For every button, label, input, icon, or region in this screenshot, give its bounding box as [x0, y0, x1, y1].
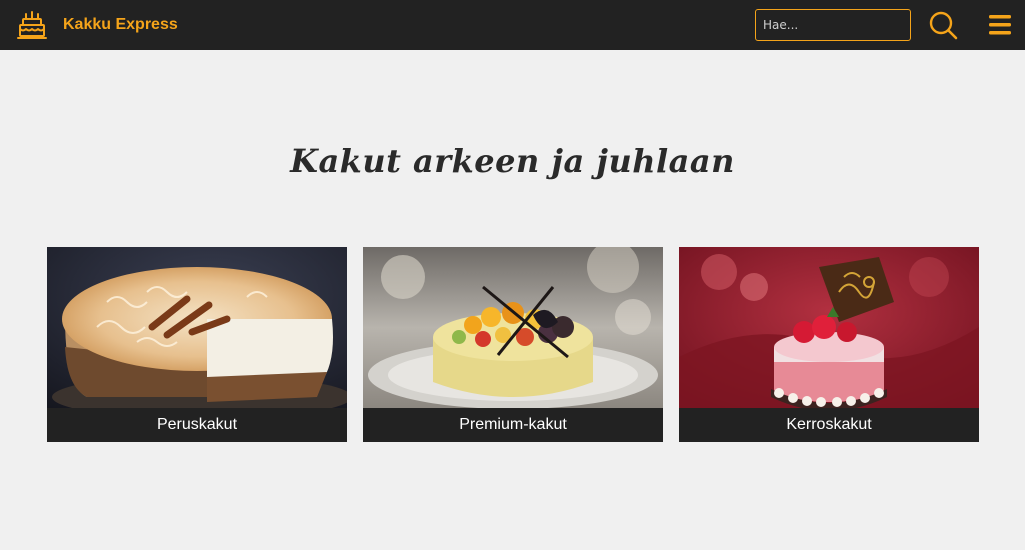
- brand-link[interactable]: Kakku Express: [17, 10, 178, 40]
- page-title: Kakut arkeen ja juhlaan: [290, 142, 735, 180]
- strawberry-mousse-cake-photo: [679, 247, 979, 408]
- category-card-peruskakut[interactable]: Peruskakut: [47, 247, 347, 442]
- brand-name: Kakku Express: [63, 16, 178, 33]
- category-card-premium-kakut[interactable]: Premium-kakut: [363, 247, 663, 442]
- search-input[interactable]: [755, 9, 911, 41]
- category-card-label: Kerroskakut: [679, 408, 979, 442]
- cinnamon-cream-cake-photo: [47, 247, 347, 408]
- category-card-label: Premium-kakut: [363, 408, 663, 442]
- menu-button[interactable]: [986, 12, 1014, 38]
- category-card-kerroskakut[interactable]: Kerroskakut: [679, 247, 979, 442]
- search-icon: [929, 11, 958, 40]
- search-button[interactable]: [927, 10, 959, 40]
- cake-icon: [17, 11, 47, 39]
- fruit-topped-cake-photo: [363, 247, 663, 408]
- top-navbar: Kakku Express: [0, 0, 1025, 50]
- hamburger-menu-icon: [989, 15, 1011, 35]
- category-card-label: Peruskakut: [47, 408, 347, 442]
